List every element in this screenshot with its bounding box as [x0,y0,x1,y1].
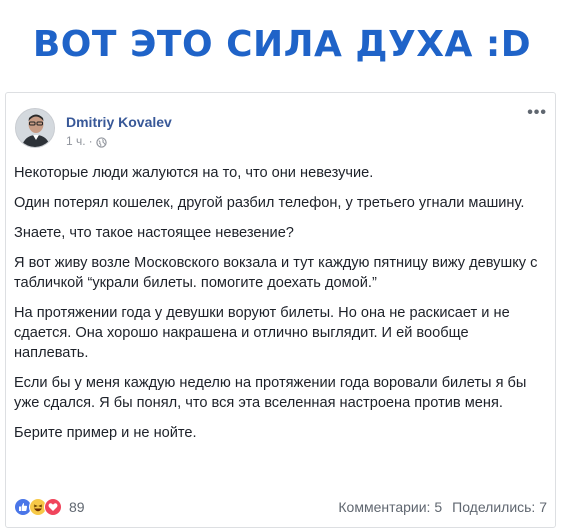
post-paragraph: Берите пример и не нойте. [14,425,197,441]
facebook-post-card: Dmitriy Kovalev 1 ч. · ••• Некоторые люд… [5,92,556,528]
avatar-portrait-image [16,109,54,147]
post-paragraph: Я вот живу возле Московского вокзала и т… [14,255,538,291]
globe-icon[interactable] [95,136,107,148]
post-body: Некоторые люди жалуются на то, что они н… [14,163,544,453]
comments-count-link[interactable]: Комментарии: 5 [338,499,442,515]
post-timestamp[interactable]: 1 ч. [66,133,86,149]
author-avatar[interactable] [15,108,55,148]
post-paragraph: Некоторые люди жалуются на то, что они н… [14,165,374,181]
post-footer: 89 Комментарии: 5 Поделились: 7 [14,497,547,517]
meta-separator: · [88,134,93,148]
post-paragraph: На протяжении года у девушки воруют биле… [14,305,510,361]
more-options-icon[interactable]: ••• [527,105,547,121]
post-stats: Комментарии: 5 Поделились: 7 [338,499,547,515]
reactions-summary[interactable] [14,498,62,516]
love-reaction-icon [44,498,62,516]
post-author-name[interactable]: Dmitriy Kovalev [66,113,172,131]
post-paragraph: Один потерял кошелек, другой разбил теле… [14,195,525,211]
meme-headline: ВОТ ЭТО СИЛА ДУХА :D [32,24,532,65]
shares-count-link[interactable]: Поделились: 7 [452,499,547,515]
post-paragraph: Знаете, что такое настоящее невезение? [14,225,294,241]
post-paragraph: Если бы у меня каждую неделю на протяжен… [14,375,527,411]
post-meta: 1 ч. · [66,133,107,149]
reaction-count[interactable]: 89 [69,499,85,515]
